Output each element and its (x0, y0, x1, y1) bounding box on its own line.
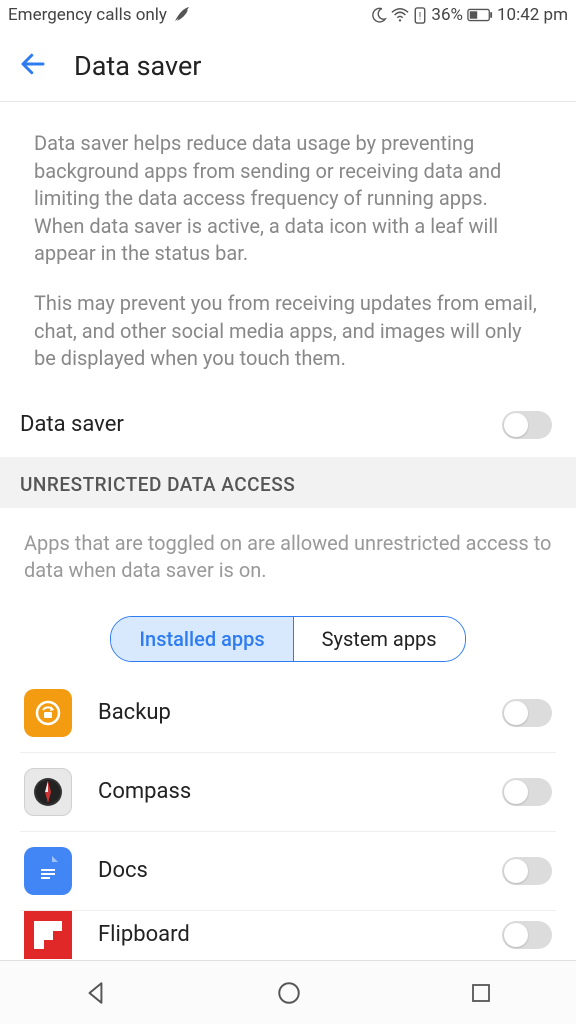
tab-system-apps[interactable]: System apps (293, 617, 465, 661)
svg-text:!: ! (419, 9, 422, 22)
nav-recent-button[interactable] (469, 981, 493, 1005)
app-row-compass: Compass (20, 753, 556, 832)
navigation-bar (0, 960, 576, 1024)
app-name: Backup (98, 700, 502, 725)
app-row-flipboard: Flipboard (20, 911, 556, 959)
moon-icon (370, 7, 387, 24)
app-row-backup: Backup (20, 674, 556, 753)
nav-back-button[interactable] (83, 980, 109, 1006)
description-block: Data saver helps reduce data usage by pr… (0, 102, 576, 393)
tab-bar: Installed apps System apps (0, 616, 576, 662)
section-description: Apps that are toggled on are allowed unr… (0, 508, 576, 594)
page-title: Data saver (74, 50, 201, 82)
status-bar: Emergency calls only ! 36% 10:42 pm (0, 0, 576, 30)
section-header: UNRESTRICTED DATA ACCESS (0, 457, 576, 508)
data-saver-label: Data saver (20, 412, 124, 437)
app-name: Docs (98, 858, 502, 883)
app-name: Compass (98, 779, 502, 804)
app-list: Backup Compass Docs Flipboard (0, 674, 576, 959)
flipboard-icon (24, 911, 72, 959)
backup-toggle[interactable] (502, 699, 552, 727)
battery-icon (467, 8, 493, 22)
data-alert-icon: ! (413, 7, 427, 24)
content-area: Data saver helps reduce data usage by pr… (0, 102, 576, 960)
app-header: Data saver (0, 30, 576, 102)
compass-toggle[interactable] (502, 778, 552, 806)
signal-icon (173, 7, 191, 23)
wifi-icon (391, 7, 409, 23)
compass-icon (24, 768, 72, 816)
description-p1: Data saver helps reduce data usage by pr… (34, 130, 542, 268)
battery-percent: 36% (431, 5, 463, 25)
nav-home-button[interactable] (276, 980, 302, 1006)
clock: 10:42 pm (497, 5, 568, 25)
tab-installed-apps[interactable]: Installed apps (111, 617, 292, 661)
network-status: Emergency calls only (8, 5, 167, 25)
back-button[interactable] (18, 49, 48, 83)
docs-toggle[interactable] (502, 857, 552, 885)
flipboard-toggle[interactable] (502, 921, 552, 949)
app-row-docs: Docs (20, 832, 556, 911)
app-name: Flipboard (98, 922, 502, 947)
docs-icon (24, 847, 72, 895)
backup-icon (24, 689, 72, 737)
description-p2: This may prevent you from receiving upda… (34, 290, 542, 373)
data-saver-toggle[interactable] (502, 411, 552, 439)
data-saver-toggle-row: Data saver (0, 393, 576, 457)
